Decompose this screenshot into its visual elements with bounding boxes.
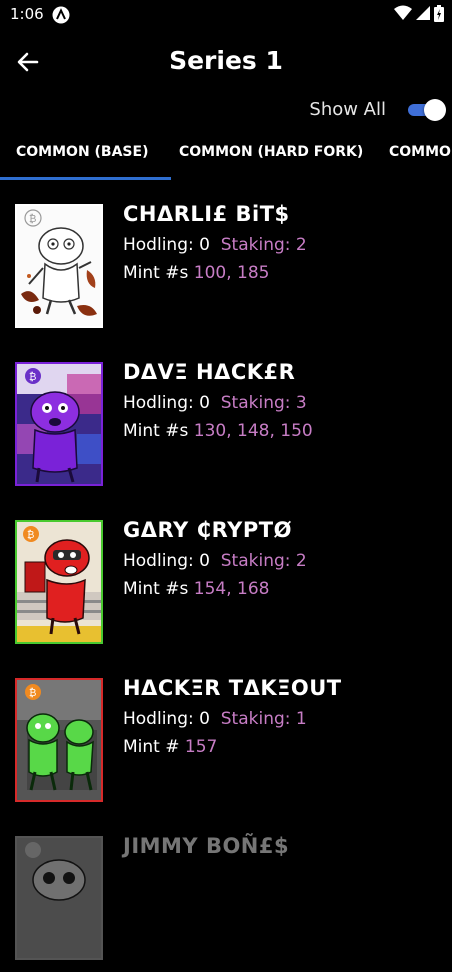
hodling-count: Hodling: 0 [123,393,210,413]
list-item[interactable]: ₿ CHΔRLI£ BiT$ Hodling: 0 Staking: 2 Min… [0,182,452,340]
staking-count: Staking: 2 [220,235,307,255]
selected-tab-indicator [0,177,171,180]
mint-label: Mint # [123,737,180,757]
toggle-thumb [424,99,446,121]
card-image: ₿ [15,520,103,644]
mint-numbers: 130, 148, 150 [193,421,313,441]
character-name: DΔVΞ HΔCK£R [123,360,296,384]
card-image [15,836,103,960]
character-name: CHΔRLI£ BiT$ [123,202,290,226]
hodling-count: Hodling: 0 [123,235,210,255]
holdings-line: Hodling: 0 Staking: 1 [123,709,307,729]
list-item[interactable]: ₿ DΔVΞ HΔCK£R Hodling: 0 Staking: 3 Mint… [0,340,452,498]
mint-label: Mint #s [123,579,189,599]
staking-count: Staking: 3 [220,393,307,413]
mint-line: Mint #s 100, 185 [123,263,269,283]
show-all-row: Show All [0,94,452,126]
battery-icon [434,4,444,26]
show-all-label: Show All [309,99,386,120]
tab-common-hard-fork[interactable]: COMMON (HARD FORK) [179,128,363,178]
list-item[interactable]: JIMMY BOÑ£$ [0,814,452,972]
mint-line: Mint # 157 [123,737,217,757]
wifi-icon [394,5,412,25]
page-title: Series 1 [169,46,283,75]
staking-count: Staking: 1 [220,709,307,729]
mint-line: Mint #s 130, 148, 150 [123,421,313,441]
signal-icon [416,5,430,25]
tab-common-base[interactable]: COMMON (BASE) [16,128,148,178]
list-item[interactable]: ₿ GΔRY ₵RYPTØ Hodling: 0 Staking: 2 Mint… [0,498,452,656]
status-time: 1:06 [10,5,44,23]
category-tabs: COMMON (BASE) COMMON (HARD FORK) COMMO [0,128,452,182]
mint-line: Mint #s 154, 168 [123,579,269,599]
svg-text:₿: ₿ [29,213,36,225]
mint-label: Mint #s [123,421,189,441]
app-notification-icon [52,6,70,24]
hodling-count: Hodling: 0 [123,551,210,571]
mint-numbers: 154, 168 [193,579,270,599]
holdings-line: Hodling: 0 Staking: 3 [123,393,307,413]
svg-text:₿: ₿ [29,371,36,383]
card-image: ₿ [15,362,103,486]
character-name: GΔRY ₵RYPTØ [123,518,292,542]
mint-numbers: 100, 185 [193,263,270,283]
show-all-toggle[interactable] [406,98,446,121]
character-name: HΔCKΞR TΔKΞOUT [123,676,342,700]
holdings-line: Hodling: 0 Staking: 2 [123,551,307,571]
staking-count: Staking: 2 [220,551,307,571]
character-name: JIMMY BOÑ£$ [123,834,290,858]
list-item[interactable]: ₿ HΔCKΞR TΔKΞOUT Hodling: 0 Staking: 1 M… [0,656,452,814]
svg-text:₿: ₿ [29,687,36,699]
tab-common-more[interactable]: COMMO [389,128,451,178]
card-image: ₿ [15,204,103,328]
mint-label: Mint #s [123,263,189,283]
app-header: Series 1 [0,30,452,92]
hodling-count: Hodling: 0 [123,709,210,729]
mint-numbers: 157 [184,737,218,757]
status-bar: 1:06 [0,0,452,30]
svg-text:₿: ₿ [27,529,34,541]
card-image: ₿ [15,678,103,802]
holdings-line: Hodling: 0 Staking: 2 [123,235,307,255]
